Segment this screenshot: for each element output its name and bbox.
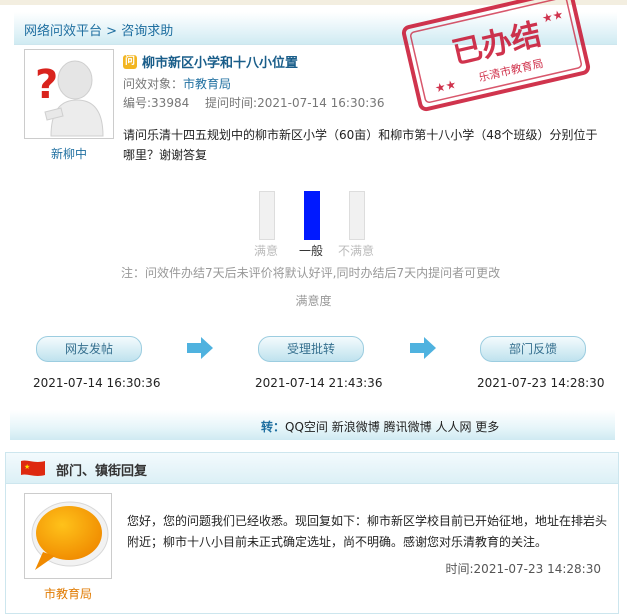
reply-header: ★ 部门、镇街回复	[6, 453, 618, 484]
step-post-time: 2021-07-14 16:30:36	[33, 376, 161, 390]
share-qzone-link[interactable]: QQ空间	[285, 420, 328, 434]
share-bar: 转：QQ空间 新浪微博 腾讯微博 人人网 更多	[10, 410, 615, 440]
step-accept-button[interactable]: 受理批转	[258, 336, 364, 362]
step-feedback-time: 2021-07-23 14:28:30	[477, 376, 605, 390]
question-time: 提问时间:2021-07-14 16:30:36	[205, 96, 385, 110]
department-avatar	[24, 493, 112, 579]
step-post-button[interactable]: 网友发帖	[36, 336, 142, 362]
question-title: 问 柳市新区小学和十八小位置	[123, 52, 298, 71]
satisfaction-label-satisfied[interactable]: 满意	[241, 242, 291, 259]
department-name[interactable]: 市教育局	[24, 585, 112, 602]
step-feedback-button[interactable]: 部门反馈	[480, 336, 586, 362]
breadcrumb-platform-link[interactable]: 网络问效平台	[24, 24, 102, 39]
breadcrumb-separator: >	[102, 24, 122, 39]
satisfaction-title: 满意度	[295, 294, 332, 308]
breadcrumb: 网络问效平台 > 咨询求助	[24, 20, 173, 39]
share-sina-weibo-link[interactable]: 新浪微博	[332, 420, 380, 434]
asker-name[interactable]: 新柳中	[24, 145, 114, 162]
share-prefix: 转：	[261, 420, 286, 434]
stamp-stars-left: ★★	[434, 77, 458, 95]
question-body: 请问乐清十四五规划中的柳市新区小学（60亩）和柳市第十八小学（48个班级）分别位…	[123, 128, 598, 162]
question-title-text: 柳市新区小学和十八小位置	[142, 56, 299, 71]
satisfaction-label-unsatisfied[interactable]: 不满意	[331, 242, 381, 259]
svg-text:★: ★	[24, 463, 30, 471]
question-badge-icon: 问	[123, 54, 137, 69]
asker-avatar: ?	[24, 49, 114, 139]
satisfaction-note: 注：问效件办结7天后未评价将默认好评,同时办结后7天内提问者可更改	[121, 266, 501, 280]
question-person-icon: ?	[35, 60, 104, 137]
arrow-right-icon	[410, 337, 436, 359]
share-renren-link[interactable]: 人人网	[435, 420, 471, 434]
satisfaction-bar-satisfied[interactable]	[259, 191, 275, 240]
share-tencent-weibo-link[interactable]: 腾讯微博	[384, 420, 432, 434]
reply-time: 时间:2021-07-23 14:28:30	[445, 562, 602, 576]
step-accept-time: 2021-07-14 21:43:36	[255, 376, 383, 390]
breadcrumb-section-link[interactable]: 咨询求助	[121, 24, 173, 39]
stamp-stars-right: ★★	[541, 7, 565, 25]
share-more-link[interactable]: 更多	[475, 420, 499, 434]
satisfaction-bar-average[interactable]	[304, 191, 320, 240]
reply-heading: 部门、镇街回复	[56, 464, 148, 479]
question-target-link[interactable]: 市教育局	[183, 77, 231, 91]
speech-bubble-icon	[31, 501, 109, 570]
question-meta: 编号:33984 提问时间:2021-07-14 16:30:36	[123, 94, 385, 111]
arrow-right-icon	[187, 337, 213, 359]
svg-text:?: ?	[35, 62, 58, 108]
question-target: 问效对象：市教育局	[123, 75, 231, 92]
china-flag-icon: ★	[21, 460, 45, 476]
question-target-label: 问效对象：	[123, 77, 184, 91]
question-number: 编号:33984	[123, 96, 190, 110]
satisfaction-label-average[interactable]: 一般	[286, 242, 336, 259]
satisfaction-bar-unsatisfied[interactable]	[349, 191, 365, 240]
reply-body: 您好，您的问题我们已经收悉。现回复如下：柳市新区学校目前已开始征地，地址在排岩头…	[127, 514, 608, 549]
share-links: 转：QQ空间 新浪微博 腾讯微博 人人网 更多	[261, 418, 499, 435]
